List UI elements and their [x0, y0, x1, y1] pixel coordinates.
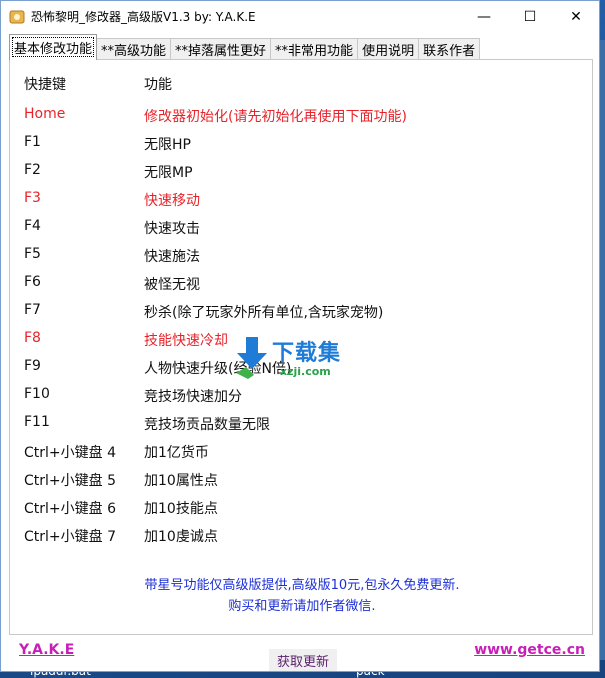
function-label: 竞技场贡品数量无限 [144, 417, 270, 433]
function-label: 无限MP [144, 165, 193, 181]
hotkey-label: Ctrl+小键盘 6 [24, 501, 116, 517]
function-label: 修改器初始化(请先初始化再使用下面功能) [144, 109, 407, 125]
function-label: 加1亿货币 [144, 445, 209, 461]
notice-line-1: 带星号功能仅高级版提供,高级版10元,包永久免费更新. [144, 578, 460, 593]
tab-uncommon[interactable]: **非常用功能 [270, 38, 359, 60]
table-row: Ctrl+小键盘 5 加10属性点 [24, 470, 218, 490]
table-row: F5 快速施法 [24, 246, 200, 266]
table-row: Ctrl+小键盘 4 加1亿货币 [24, 442, 209, 462]
table-row: F1 无限HP [24, 134, 191, 154]
table-row: Ctrl+小键盘 7 加10虔诚点 [24, 526, 218, 546]
window-controls: — ☐ ✕ [461, 1, 599, 32]
trainer-window: 恐怖黎明_修改器_高级版V1.3 by: Y.A.K.E — ☐ ✕ 基本修改功… [0, 0, 600, 672]
table-row: F7 秒杀(除了玩家外所有单位,含玩家宠物) [24, 302, 383, 322]
maximize-button[interactable]: ☐ [507, 1, 553, 32]
app-icon [9, 9, 25, 25]
hotkey-label: F8 [24, 330, 41, 346]
function-label: 技能快速冷却 [144, 333, 228, 349]
table-row: Ctrl+小键盘 6 加10技能点 [24, 498, 218, 518]
table-row: F9 人物快速升级(经验N倍) [24, 358, 291, 378]
table-row: Home 修改器初始化(请先初始化再使用下面功能) [24, 106, 407, 126]
table-row: F10 竞技场快速加分 [24, 386, 242, 406]
tab-basic[interactable]: 基本修改功能 [9, 34, 98, 60]
hotkey-label: F4 [24, 218, 41, 234]
function-label: 快速移动 [144, 193, 200, 209]
close-button[interactable]: ✕ [553, 1, 599, 32]
tab-panel-basic: 快捷键 功能 Home 修改器初始化(请先初始化再使用下面功能) F1 无限HP… [9, 59, 593, 635]
get-update-button[interactable]: 获取更新 [269, 649, 337, 671]
function-label: 加10虔诚点 [144, 529, 218, 545]
function-label: 加10技能点 [144, 501, 218, 517]
hotkey-label: F7 [24, 302, 41, 318]
hotkey-label: F10 [24, 386, 50, 402]
table-row: F3 快速移动 [24, 190, 200, 210]
function-label: 快速施法 [144, 249, 200, 265]
author-link[interactable]: Y.A.K.E [19, 642, 74, 658]
hotkey-label: F9 [24, 358, 41, 374]
hotkey-label: Home [24, 106, 66, 122]
table-row: F8 技能快速冷却 [24, 330, 228, 350]
hotkey-label: Ctrl+小键盘 5 [24, 473, 116, 489]
tab-better-drops[interactable]: **掉落属性更好 [170, 38, 272, 60]
function-label: 竞技场快速加分 [144, 389, 242, 405]
tab-instructions[interactable]: 使用说明 [357, 38, 420, 60]
header-function: 功能 [144, 77, 172, 93]
hotkey-label: F3 [24, 190, 41, 206]
function-label: 无限HP [144, 137, 191, 153]
website-link[interactable]: www.getce.cn [474, 642, 585, 658]
window-title: 恐怖黎明_修改器_高级版V1.3 by: Y.A.K.E [31, 10, 256, 24]
hotkey-label: Ctrl+小键盘 7 [24, 529, 116, 545]
hotkey-label: F11 [24, 414, 50, 430]
minimize-button[interactable]: — [461, 1, 507, 32]
notice-line-2: 购买和更新请加作者微信. [228, 599, 376, 614]
title-bar[interactable]: 恐怖黎明_修改器_高级版V1.3 by: Y.A.K.E — ☐ ✕ [1, 1, 599, 32]
tab-contact-author[interactable]: 联系作者 [418, 38, 481, 60]
function-label: 加10属性点 [144, 473, 218, 489]
table-row: F4 快速攻击 [24, 218, 200, 238]
table-row: F11 竞技场贡品数量无限 [24, 414, 270, 434]
hotkey-label: F1 [24, 134, 41, 150]
function-label: 被怪无视 [144, 277, 200, 293]
function-label: 快速攻击 [144, 221, 200, 237]
hotkey-label: Ctrl+小键盘 4 [24, 445, 116, 461]
tab-bar: 基本修改功能 **高级功能 **掉落属性更好 **非常用功能 使用说明 联系作者 [9, 34, 591, 60]
hotkey-label: F6 [24, 274, 41, 290]
table-row: F2 无限MP [24, 162, 193, 182]
function-label: 秒杀(除了玩家外所有单位,含玩家宠物) [144, 305, 384, 321]
header-hotkey: 快捷键 [24, 77, 66, 93]
tab-advanced[interactable]: **高级功能 [96, 38, 172, 60]
hotkey-label: F2 [24, 162, 41, 178]
table-row: F6 被怪无视 [24, 274, 200, 294]
function-label: 人物快速升级(经验N倍) [144, 361, 292, 377]
hotkey-label: F5 [24, 246, 41, 262]
table-header: 快捷键 功能 [24, 74, 172, 94]
